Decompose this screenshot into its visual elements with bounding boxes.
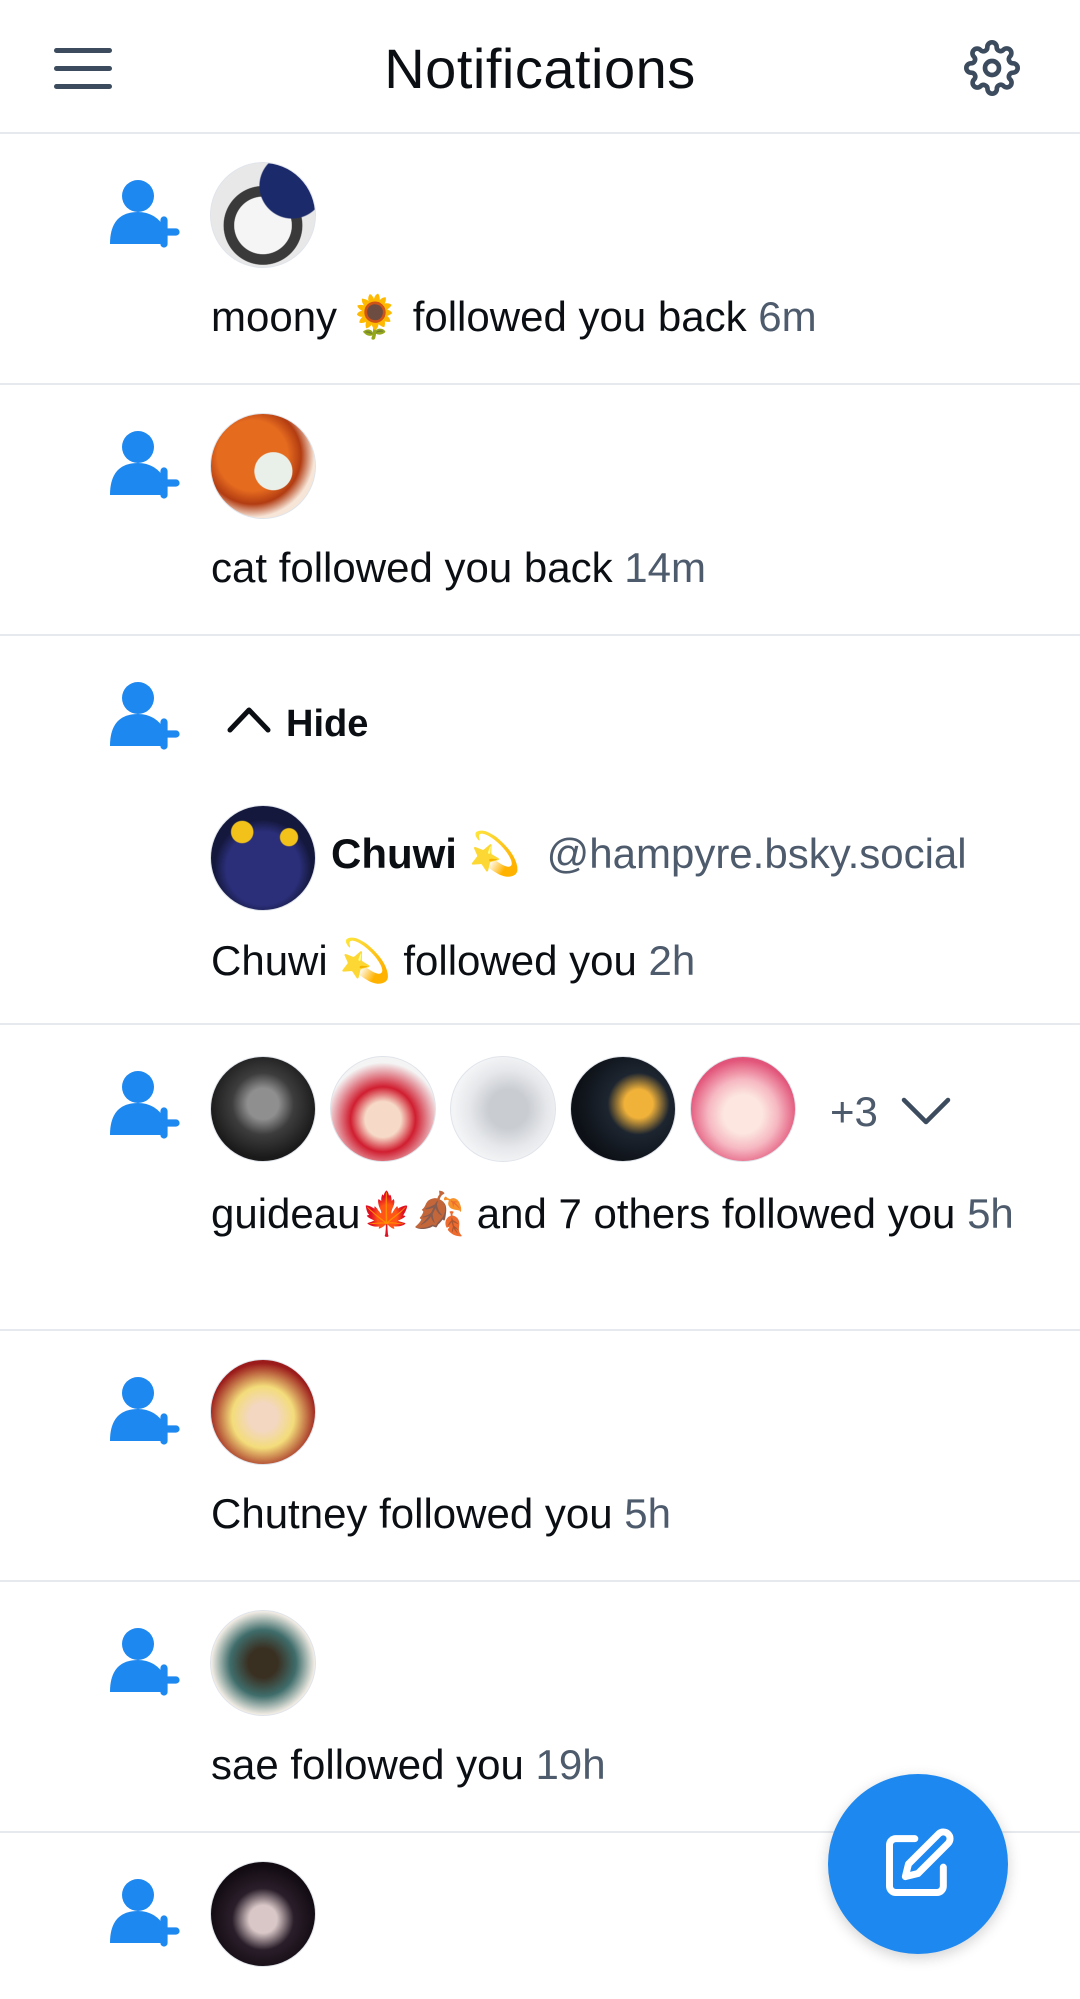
gear-icon — [964, 40, 1020, 96]
avatar[interactable] — [210, 1359, 316, 1465]
avatar[interactable] — [330, 1056, 436, 1162]
notification-action: followed you — [290, 1741, 524, 1788]
person-plus-icon — [110, 1879, 180, 1947]
person-plus-icon — [110, 682, 180, 750]
timestamp: 19h — [535, 1741, 606, 1788]
user-emoji: 💫 — [339, 937, 392, 984]
person-plus-icon — [110, 1628, 180, 1696]
profile-emoji: 💫 — [468, 830, 521, 877]
notification-text: sae followed you 19h — [211, 1738, 606, 1792]
more-count: +3 — [830, 1088, 878, 1135]
avatar[interactable] — [210, 1610, 316, 1716]
timestamp: 5h — [967, 1190, 1014, 1237]
settings-button[interactable] — [964, 40, 1020, 96]
chevron-up-icon — [227, 707, 271, 733]
notification-action: followed you — [403, 937, 637, 984]
person-plus-icon — [110, 1071, 180, 1139]
person-plus-icon — [110, 431, 180, 499]
notification-item[interactable]: cat followed you back 14m — [0, 385, 1080, 636]
timestamp: 14m — [624, 544, 706, 591]
user-name[interactable]: moony — [211, 293, 337, 340]
avatar[interactable] — [210, 805, 316, 911]
user-name[interactable]: sae — [211, 1741, 279, 1788]
user-emoji: 🍁🍂 — [360, 1190, 466, 1237]
avatar[interactable] — [690, 1056, 796, 1162]
notification-action: followed you — [379, 1490, 613, 1537]
timestamp: 5h — [624, 1490, 671, 1537]
profile-handle: @hampyre.bsky.social — [546, 830, 967, 877]
avatar[interactable] — [450, 1056, 556, 1162]
avatar[interactable] — [210, 162, 316, 268]
hide-label: Hide — [286, 703, 369, 745]
profile-name: Chuwi — [331, 830, 457, 877]
notification-text: Chuwi 💫 followed you 2h — [211, 934, 695, 988]
notification-item[interactable]: Chutney followed you 5h — [0, 1331, 1080, 1582]
user-name[interactable]: Chutney — [211, 1490, 367, 1537]
notification-text: guideau🍁🍂 and 7 others followed you 5h — [211, 1187, 1041, 1241]
person-plus-icon — [110, 180, 180, 248]
notification-action: and 7 others followed you — [476, 1190, 956, 1237]
notification-item[interactable]: guideau🍁🍂 and 7 others followed you 5h — [0, 1025, 1080, 1331]
user-name[interactable]: cat — [211, 544, 267, 591]
top-bar: Notifications — [0, 0, 1080, 134]
timestamp: 6m — [758, 293, 817, 340]
profile-line[interactable]: Chuwi 💫 @hampyre.bsky.social — [331, 830, 967, 879]
notification-text: moony 🌻 followed you back 6m — [211, 290, 817, 344]
notification-item[interactable]: moony 🌻 followed you back 6m — [0, 134, 1080, 385]
avatar[interactable] — [570, 1056, 676, 1162]
notification-action: followed you back — [278, 544, 613, 591]
user-name[interactable]: guideau — [211, 1190, 360, 1237]
notification-text: Chutney followed you 5h — [211, 1487, 671, 1541]
avatar[interactable] — [210, 413, 316, 519]
timestamp: 2h — [648, 937, 696, 984]
hide-button[interactable]: Hide — [226, 700, 368, 746]
compose-icon — [886, 1828, 954, 1896]
page-title: Notifications — [384, 37, 696, 100]
chevron-down-icon[interactable] — [900, 1090, 952, 1130]
user-emoji: 🌻 — [348, 293, 402, 340]
person-plus-icon — [110, 1377, 180, 1445]
notification-text: cat followed you back 14m — [211, 541, 706, 595]
notification-action: followed you back — [412, 293, 747, 340]
avatar[interactable] — [210, 1056, 316, 1162]
compose-button[interactable] — [828, 1774, 1008, 1954]
user-name[interactable]: Chuwi — [211, 937, 328, 984]
avatar[interactable] — [210, 1861, 316, 1967]
